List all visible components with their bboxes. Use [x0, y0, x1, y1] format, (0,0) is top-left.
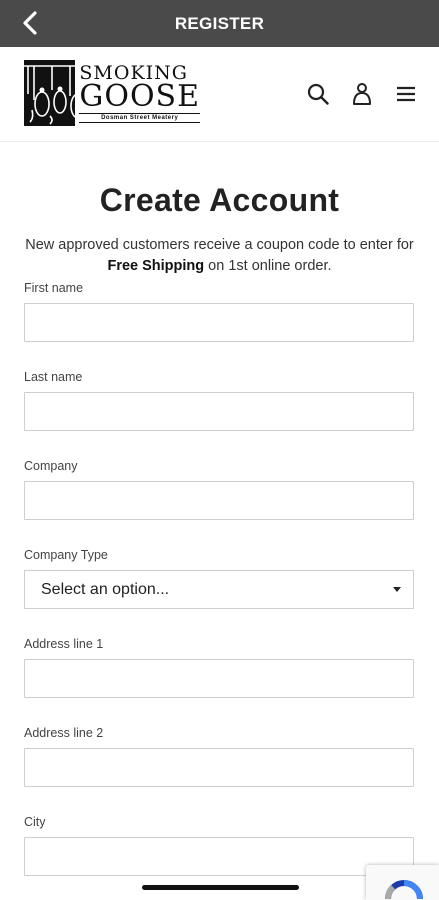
back-arrow-icon [23, 11, 37, 35]
company-field: Company [24, 459, 415, 520]
register-form-section: Create Account New approved customers re… [0, 182, 439, 876]
city-label: City [24, 815, 46, 829]
company-type-value: Select an option... [41, 580, 170, 598]
company-type-select[interactable]: Select an option... [24, 570, 414, 609]
menu-button[interactable] [395, 83, 417, 105]
last-name-label: Last name [24, 370, 83, 384]
account-button[interactable] [351, 83, 373, 105]
back-button[interactable] [16, 9, 44, 37]
logo-graphic [24, 60, 76, 126]
intro-text-bold: Free Shipping [107, 258, 205, 274]
last-name-field: Last name [24, 370, 415, 431]
first-name-input[interactable] [24, 303, 414, 342]
address2-label: Address line 2 [24, 726, 104, 740]
page-title: Create Account [99, 182, 340, 218]
city-input[interactable] [24, 837, 414, 876]
address1-field: Address line 1 [24, 637, 415, 698]
page-header-title: REGISTER [174, 13, 265, 33]
first-name-field: First name [24, 281, 415, 342]
address1-input[interactable] [24, 659, 414, 698]
search-icon [307, 83, 329, 105]
city-field: City [24, 815, 415, 876]
address2-field: Address line 2 [24, 726, 415, 787]
menu-icon [397, 86, 415, 102]
search-button[interactable] [307, 83, 329, 105]
logo-line-tagline: Dosman Street Meatery [79, 113, 200, 123]
intro-text: New approved customers receive a coupon … [24, 235, 415, 277]
address2-input[interactable] [24, 748, 414, 787]
recaptcha-icon [385, 880, 423, 900]
caret-down-icon [393, 587, 401, 592]
smoking-goose-logo[interactable]: SMOKING GOOSE Dosman Street Meatery [24, 60, 200, 126]
address1-label: Address line 1 [24, 637, 104, 651]
company-type-label: Company Type [24, 548, 108, 562]
company-label: Company [24, 459, 78, 473]
account-icon [353, 83, 371, 105]
logo-line-goose: GOOSE [79, 79, 200, 114]
site-header: SMOKING GOOSE Dosman Street Meatery [0, 47, 439, 142]
logo-wordmark: SMOKING GOOSE Dosman Street Meatery [79, 60, 200, 126]
company-input[interactable] [24, 481, 414, 520]
recaptcha-badge[interactable] [366, 865, 439, 900]
last-name-input[interactable] [24, 392, 414, 431]
intro-text-start: New approved customers receive a coupon … [25, 237, 414, 253]
header-actions [307, 83, 417, 105]
intro-text-end: on 1st online order. [204, 258, 332, 274]
first-name-label: First name [24, 281, 84, 295]
home-indicator[interactable] [142, 885, 299, 890]
company-type-field: Company Type Select an option... [24, 548, 415, 609]
app-top-bar: REGISTER [0, 0, 439, 47]
